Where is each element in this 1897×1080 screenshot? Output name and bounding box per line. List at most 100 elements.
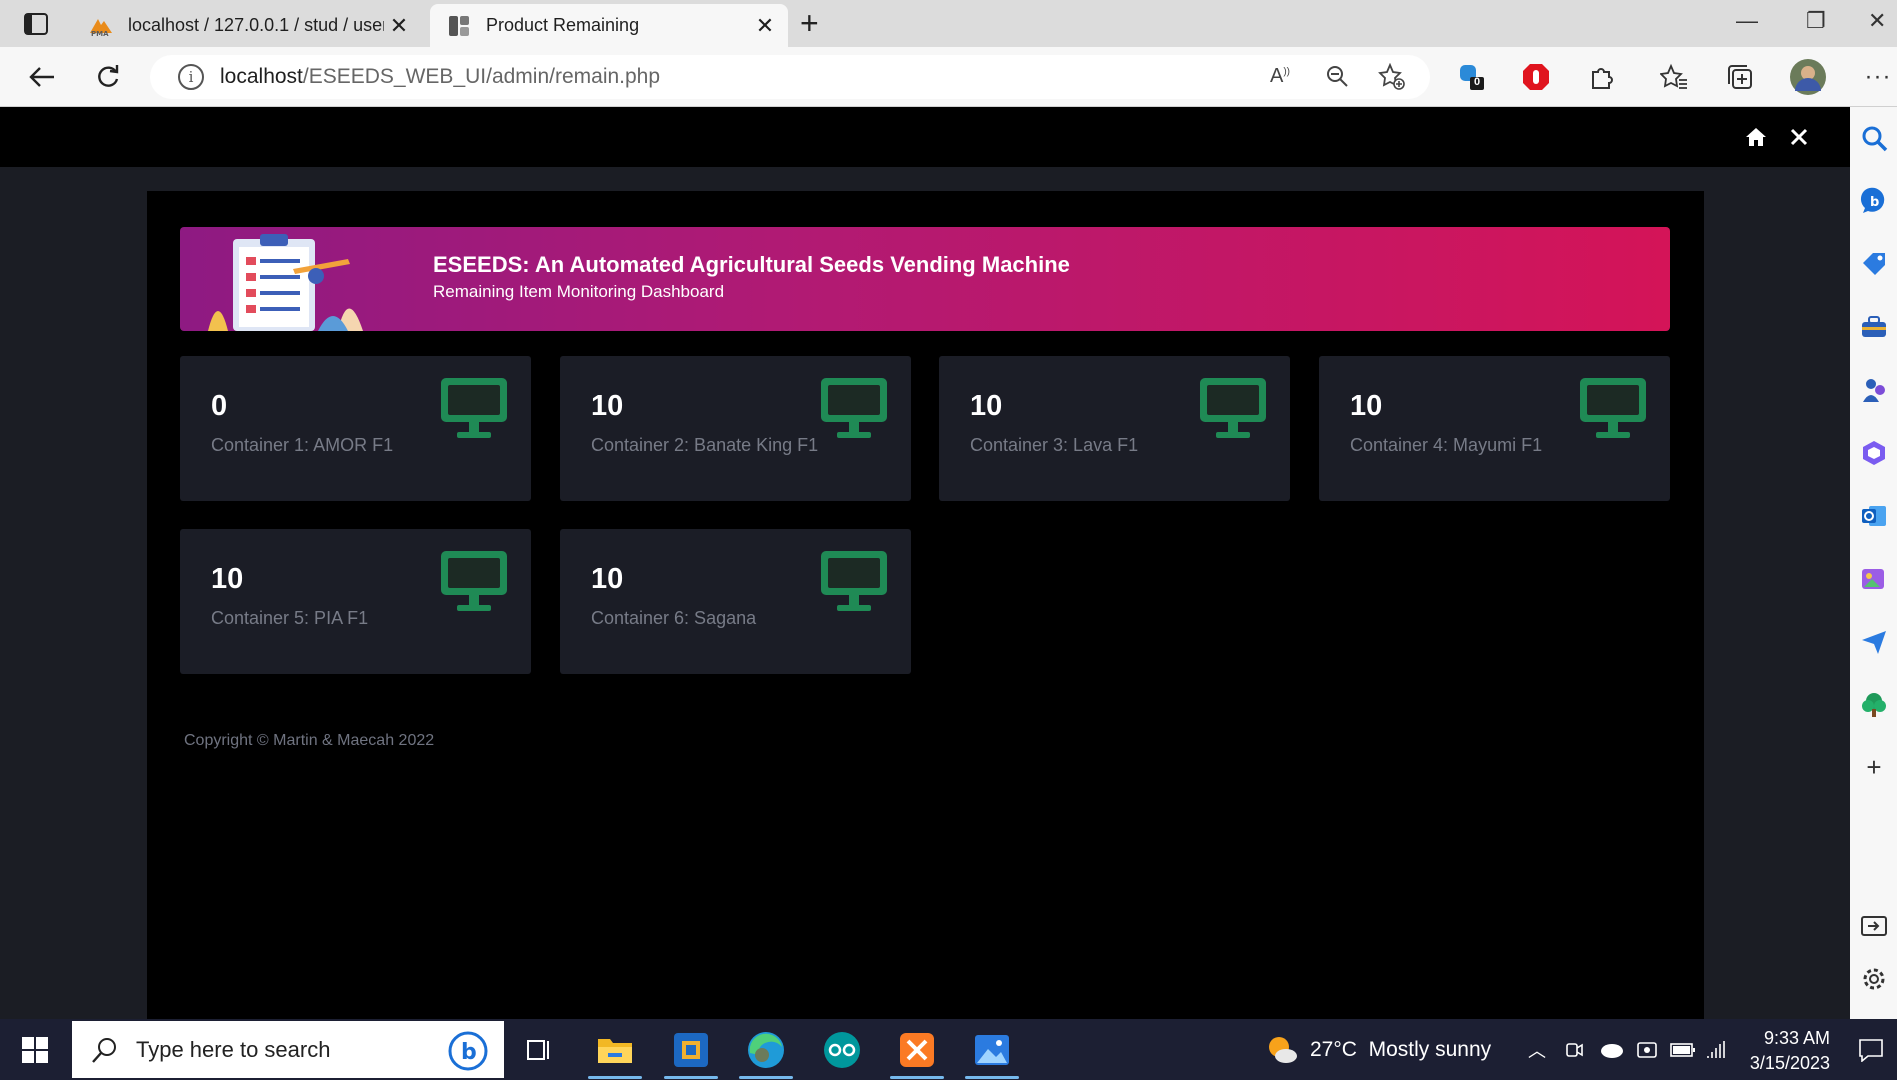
restore-icon[interactable]: ❐ [1806, 8, 1826, 34]
container-card-4: 10 Container 4: Mayumi F1 [1319, 356, 1670, 501]
tree-icon[interactable] [1860, 691, 1888, 719]
monitor-icon [821, 378, 887, 438]
windows-start-icon[interactable] [22, 1037, 48, 1063]
extensions-icon[interactable] [1586, 61, 1618, 93]
close-icon[interactable] [1785, 123, 1813, 151]
arduino-icon[interactable] [821, 1029, 863, 1071]
designer-icon[interactable] [1860, 565, 1888, 593]
tab-title: localhost / 127.0.0.1 / stud / users [128, 15, 384, 35]
svg-text:b: b [1870, 195, 1879, 210]
refresh-icon[interactable] [92, 61, 124, 93]
container-label: Container 2: Banate King F1 [591, 435, 819, 455]
photos-icon[interactable] [965, 1029, 1019, 1079]
container-label: Container 4: Mayumi F1 [1350, 435, 1543, 455]
edge-browser-icon[interactable] [739, 1029, 793, 1079]
monitor-icon [1580, 378, 1646, 438]
games-icon[interactable] [1860, 376, 1888, 404]
taskbar-search[interactable]: Type here to search b [72, 1021, 504, 1078]
search-icon [92, 1037, 116, 1063]
clock-time: 9:33 AM [1763, 1028, 1830, 1048]
collections-icon[interactable] [1724, 61, 1756, 93]
virtualbox-icon[interactable] [664, 1029, 718, 1079]
browser-tab-bar: PMA localhost / 127.0.0.1 / stud / users… [0, 0, 1897, 47]
zoom-out-icon[interactable] [1325, 64, 1349, 94]
outlook-icon[interactable] [1860, 502, 1888, 530]
extension-badge-icon[interactable]: 0 [1456, 61, 1488, 93]
xampp-icon[interactable] [890, 1029, 944, 1079]
onedrive-icon[interactable] [1598, 1019, 1624, 1080]
windows-taskbar: Type here to search b 27°C Mostly sunny … [0, 1019, 1897, 1080]
profile-avatar[interactable] [1790, 59, 1826, 95]
container-count: 10 [970, 390, 1003, 422]
page-icon [446, 13, 472, 39]
close-tab-icon[interactable]: ✕ [384, 13, 414, 39]
close-tab-icon[interactable]: ✕ [750, 13, 780, 39]
new-tab-icon[interactable]: + [800, 7, 819, 39]
adblock-icon[interactable] [1520, 61, 1552, 93]
tab-actions-icon[interactable] [18, 10, 54, 38]
monitor-icon [441, 378, 507, 438]
container-count: 10 [591, 563, 624, 595]
container-label: Container 1: AMOR F1 [211, 435, 394, 455]
minimize-icon[interactable]: — [1736, 8, 1758, 34]
container-card-1: 0 Container 1: AMOR F1 [180, 356, 531, 501]
container-card-6: 10 Container 6: Sagana [560, 529, 911, 674]
main-content: ESEEDS: An Automated Agricultural Seeds … [147, 191, 1704, 1019]
site-info-icon[interactable]: i [178, 64, 204, 90]
tab-phpmyadmin[interactable]: PMA localhost / 127.0.0.1 / stud / users… [72, 4, 422, 47]
dashboard-banner: ESEEDS: An Automated Agricultural Seeds … [180, 227, 1670, 331]
add-favorite-icon[interactable] [1378, 62, 1406, 97]
url-host: localhost [220, 65, 303, 88]
sun-cloud-icon [1269, 1036, 1297, 1063]
window-close-icon[interactable]: ✕ [1868, 8, 1886, 34]
edge-sidebar: b + [1850, 107, 1897, 1019]
tab-product-remaining[interactable]: Product Remaining ✕ [430, 4, 788, 47]
top-nav [0, 107, 1850, 167]
container-card-3: 10 Container 3: Lava F1 [939, 356, 1290, 501]
tab-title: Product Remaining [486, 15, 640, 35]
hide-sidebar-icon[interactable] [1860, 912, 1888, 940]
bing-icon[interactable]: b [448, 1031, 488, 1071]
container-card-2: 10 Container 2: Banate King F1 [560, 356, 911, 501]
container-count: 10 [1350, 390, 1383, 422]
task-view-icon[interactable] [518, 1029, 560, 1071]
home-icon[interactable] [1742, 123, 1770, 151]
tools-icon[interactable] [1860, 313, 1888, 341]
notifications-icon[interactable] [1858, 1019, 1884, 1080]
badge-count: 0 [1474, 76, 1481, 88]
microsoft365-icon[interactable] [1860, 439, 1888, 467]
file-explorer-icon[interactable] [588, 1029, 642, 1079]
more-menu-icon[interactable]: ··· [1862, 61, 1894, 93]
system-clock[interactable]: 9:33 AM 3/15/2023 [1730, 1026, 1830, 1076]
wifi-icon[interactable] [1706, 1019, 1728, 1080]
banner-title: ESEEDS: An Automated Agricultural Seeds … [433, 252, 1070, 277]
pma-icon: PMA [88, 13, 114, 39]
add-sidebar-app-icon[interactable]: + [1860, 754, 1888, 782]
show-hidden-icons[interactable]: ︿ [1528, 1019, 1546, 1080]
browser-toolbar: i localhost/ESEEDS_WEB_UI/admin/remain.p… [0, 47, 1897, 107]
container-label: Container 3: Lava F1 [970, 435, 1139, 455]
svg-text:b: b [461, 1040, 477, 1065]
send-icon[interactable] [1860, 628, 1888, 656]
back-icon[interactable] [26, 61, 58, 93]
read-aloud-icon[interactable]: A)) [1270, 65, 1290, 88]
search-icon[interactable] [1860, 124, 1888, 152]
meet-now-icon[interactable] [1564, 1019, 1584, 1080]
container-label: Container 5: PIA F1 [211, 608, 369, 628]
clipboard-checklist-icon [208, 234, 363, 331]
bing-chat-icon[interactable]: b [1860, 187, 1888, 215]
weather-widget[interactable]: 27°C Mostly sunny [1264, 1019, 1491, 1080]
shopping-tag-icon[interactable] [1860, 250, 1888, 278]
monitor-icon [441, 551, 507, 611]
container-card-5: 10 Container 5: PIA F1 [180, 529, 531, 674]
search-placeholder: Type here to search [136, 1036, 331, 1062]
favorites-icon[interactable] [1658, 61, 1690, 93]
screen-capture-icon[interactable] [1636, 1019, 1658, 1080]
address-bar[interactable]: i localhost/ESEEDS_WEB_UI/admin/remain.p… [150, 55, 1430, 99]
settings-icon[interactable] [1860, 965, 1888, 993]
banner-subtitle: Remaining Item Monitoring Dashboard [433, 282, 725, 301]
monitor-icon [1200, 378, 1266, 438]
container-count: 10 [211, 563, 244, 595]
svg-text:PMA: PMA [91, 30, 109, 37]
battery-icon[interactable] [1670, 1019, 1696, 1080]
